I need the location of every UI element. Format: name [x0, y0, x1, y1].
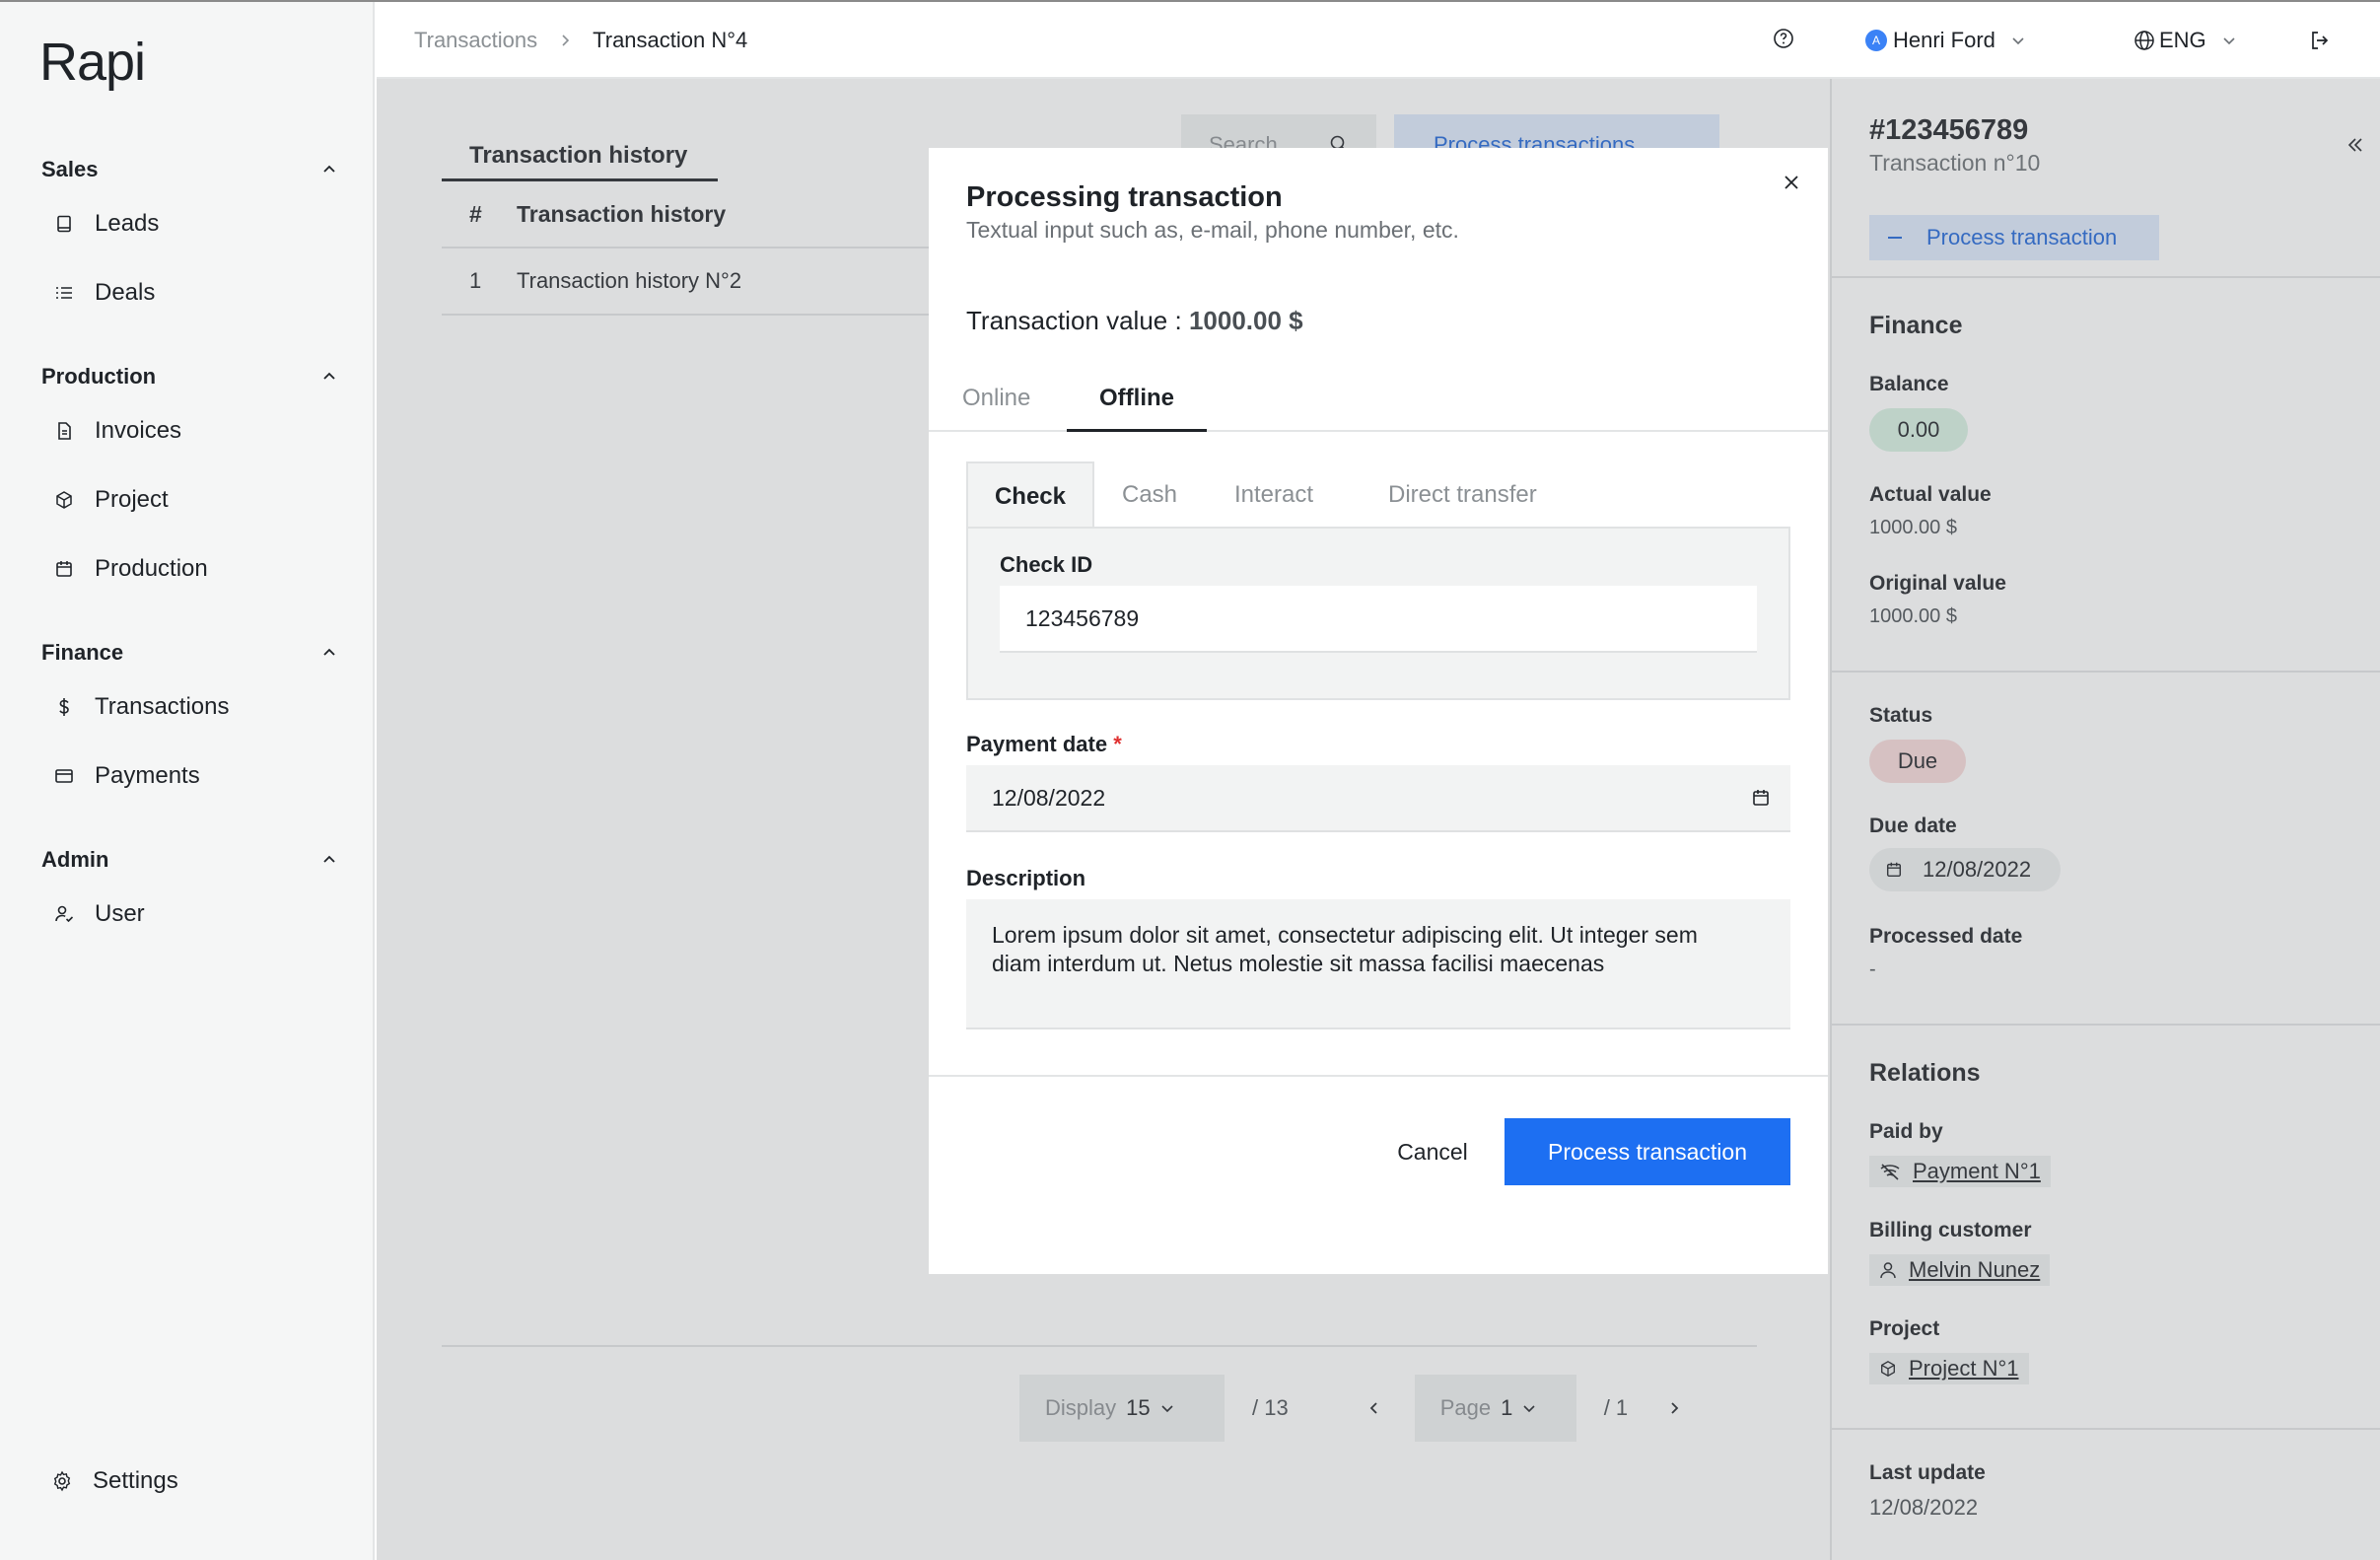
modal-footer-divider	[929, 1075, 1828, 1077]
breadcrumb-item-transactions[interactable]: Transactions	[414, 28, 537, 53]
breadcrumb-item-current: Transaction N°4	[593, 28, 748, 52]
nav-group-header-production[interactable]: Production	[41, 357, 337, 396]
chevron-right-icon	[559, 34, 571, 47]
chevron-up-icon[interactable]	[321, 162, 337, 177]
language-selector[interactable]: ENG	[2134, 28, 2236, 53]
sidebar-item-user[interactable]: User	[41, 880, 337, 949]
top-bar: Transactions Transaction N°4 A Henri For…	[377, 2, 2380, 79]
payment-date-field[interactable]: 12/08/2022	[966, 765, 1790, 832]
sidebar-item-project[interactable]: Project	[41, 465, 337, 534]
nav-group-title: Finance	[41, 640, 124, 665]
sidebar-item-label: Transactions	[95, 693, 230, 720]
sidebar-item-label: Deals	[95, 279, 156, 306]
sidebar-item-transactions[interactable]: Transactions	[41, 673, 337, 742]
user-menu[interactable]: A Henri Ford	[1865, 28, 2025, 53]
nav-group-title: Sales	[41, 157, 99, 181]
nav-group-title: Admin	[41, 847, 109, 872]
processing-transaction-modal: Processing transaction Textual input suc…	[929, 148, 1828, 1274]
calendar-icon	[53, 558, 75, 580]
tab-cash[interactable]: Cash	[1122, 461, 1177, 529]
check-id-label: Check ID	[1000, 552, 1093, 577]
tab-direct-transfer[interactable]: Direct transfer	[1388, 461, 1537, 529]
payment-date-value: 12/08/2022	[992, 784, 1106, 811]
breadcrumb: Transactions Transaction N°4	[414, 28, 747, 53]
tab-offline[interactable]: Offline	[1067, 367, 1207, 432]
nav-group-header-finance[interactable]: Finance	[41, 633, 337, 673]
transaction-value: Transaction value : 1000.00 $	[966, 306, 1303, 336]
chevron-up-icon[interactable]	[321, 852, 337, 868]
chevron-up-icon[interactable]	[321, 645, 337, 661]
payment-date-label: Payment date *	[966, 732, 1122, 757]
close-icon[interactable]	[1783, 174, 1800, 191]
logout-icon[interactable]	[2309, 30, 2331, 51]
user-name: Henri Ford	[1893, 28, 1995, 52]
sidebar-item-label: Invoices	[95, 417, 182, 444]
nav-group-production: Production Invoices Project Production	[41, 357, 337, 603]
list-icon	[53, 282, 75, 304]
nav-group-header-admin[interactable]: Admin	[41, 840, 337, 880]
transaction-value-amount: 1000.00 $	[1188, 306, 1303, 335]
cube-icon	[53, 489, 75, 511]
sidebar-item-label: Leads	[95, 210, 160, 237]
description-textarea[interactable]: Lorem ipsum dolor sit amet, consectetur …	[966, 899, 1790, 1029]
transaction-value-label: Transaction value :	[966, 306, 1189, 335]
sidebar-item-label: Payments	[95, 762, 200, 789]
sidebar-item-label: Production	[95, 555, 208, 582]
help-icon[interactable]	[1773, 28, 1794, 49]
card-icon	[53, 765, 75, 787]
chevron-down-icon	[2011, 34, 2025, 47]
user-check-icon	[53, 903, 75, 925]
check-id-field[interactable]: 123456789	[1000, 586, 1757, 653]
sidebar-item-label: Project	[95, 486, 169, 513]
payment-method-tabs: Check Cash Interact Direct transfer	[966, 461, 1790, 529]
nav-group-admin: Admin User	[41, 840, 337, 949]
nav-group-header-sales[interactable]: Sales	[41, 150, 337, 189]
sidebar: Rapi Sales Leads Deals Production Invoic…	[0, 2, 375, 1560]
dollar-icon	[53, 696, 75, 718]
avatar: A	[1865, 30, 1887, 51]
document-icon	[53, 420, 75, 442]
sidebar-item-payments[interactable]: Payments	[41, 742, 337, 811]
language-value: ENG	[2159, 28, 2206, 52]
book-icon	[53, 213, 75, 235]
tab-interact[interactable]: Interact	[1234, 461, 1313, 529]
chevron-down-icon	[2222, 34, 2236, 47]
nav-group-sales: Sales Leads Deals	[41, 150, 337, 327]
nav-group-title: Production	[41, 364, 157, 389]
sidebar-item-leads[interactable]: Leads	[41, 189, 337, 258]
required-marker: *	[1113, 732, 1122, 756]
sidebar-item-deals[interactable]: Deals	[41, 258, 337, 327]
process-transaction-button[interactable]: Process transaction	[1505, 1118, 1790, 1185]
globe-icon	[2134, 30, 2155, 51]
settings-label: Settings	[93, 1467, 178, 1494]
payment-date-label-text: Payment date	[966, 732, 1108, 756]
calendar-icon[interactable]	[1751, 788, 1771, 808]
tab-check[interactable]: Check	[966, 461, 1094, 529]
tab-online[interactable]: Online	[962, 367, 1030, 432]
check-panel: Check ID 123456789	[966, 527, 1790, 700]
chevron-up-icon[interactable]	[321, 369, 337, 385]
modal-subtitle: Textual input such as, e-mail, phone num…	[966, 217, 1459, 243]
sidebar-item-production[interactable]: Production	[41, 534, 337, 603]
sidebar-item-label: User	[95, 900, 145, 927]
gear-icon	[51, 1470, 73, 1492]
modal-title: Processing transaction	[966, 181, 1283, 213]
description-label: Description	[966, 866, 1086, 890]
payment-mode-tabs: Online Offline	[929, 367, 1828, 432]
cancel-button[interactable]: Cancel	[1349, 1118, 1516, 1185]
nav-group-finance: Finance Transactions Payments	[41, 633, 337, 811]
sidebar-item-settings[interactable]: Settings	[51, 1467, 178, 1495]
sidebar-item-invoices[interactable]: Invoices	[41, 396, 337, 465]
app-logo[interactable]: Rapi	[39, 32, 146, 93]
